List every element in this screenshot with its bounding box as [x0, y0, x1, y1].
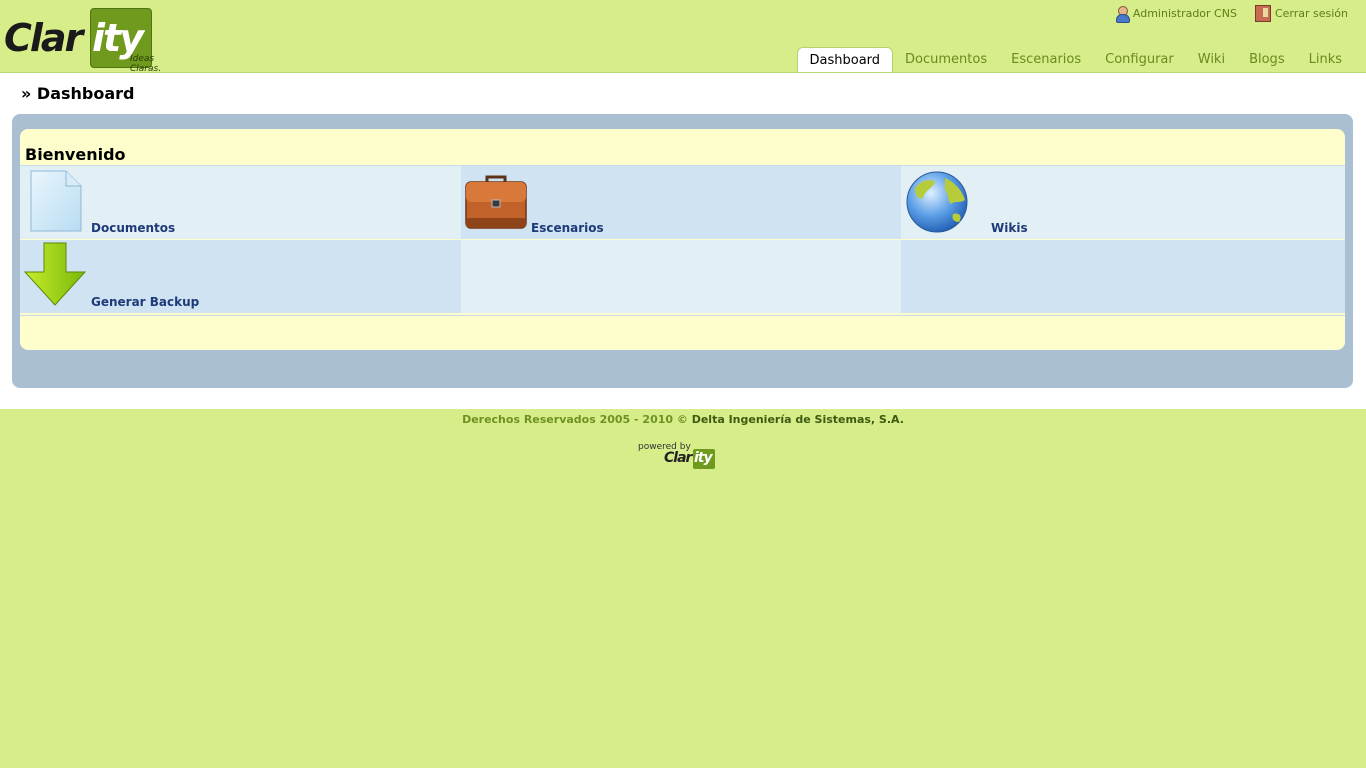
powered-logo-left: Clar — [664, 450, 692, 466]
logo-tagline: Ideas Claras. — [130, 54, 162, 74]
copyright-notice: Derechos Reservados 2005 - 2010 © Delta … — [0, 413, 1366, 426]
tab-links[interactable]: Links — [1297, 47, 1354, 72]
header: Clar ity Ideas Claras. Administrador CNS… — [0, 0, 1366, 74]
shortcut-escenarios[interactable]: Escenarios — [461, 166, 901, 239]
shortcut-wikis-label: Wikis — [991, 221, 1028, 235]
tab-escenarios[interactable]: Escenarios — [999, 47, 1093, 72]
company-name: Delta Ingeniería de Sistemas, S.A. — [691, 413, 904, 426]
user-bar: Administrador CNS Cerrar sesión — [1115, 5, 1348, 23]
shortcut-wikis[interactable]: Wikis — [901, 166, 1345, 239]
user-name: Administrador CNS — [1132, 7, 1237, 20]
dashboard-frame: Bienvenido Documentos Escenarios Wikis G… — [12, 114, 1353, 388]
user-profile-link[interactable]: Administrador CNS — [1115, 5, 1237, 23]
empty-cell — [901, 240, 1345, 313]
copyright-text: Derechos Reservados 2005 - 2010 © — [462, 413, 692, 426]
empty-cell — [461, 240, 901, 313]
user-icon — [1115, 5, 1130, 23]
main-nav-tabs: Dashboard Documentos Escenarios Configur… — [796, 47, 1355, 72]
welcome-panel: Bienvenido Documentos Escenarios Wikis G… — [20, 129, 1345, 350]
powered-logo-right: ity — [694, 450, 713, 466]
briefcase-icon — [465, 175, 527, 229]
clarity-logo[interactable]: Clar ity Ideas Claras. — [4, 6, 180, 74]
logout-door-icon — [1254, 5, 1271, 22]
shortcut-grid: Documentos Escenarios Wikis Generar Back… — [20, 165, 1345, 316]
logout-label: Cerrar sesión — [1274, 7, 1348, 20]
tab-dashboard[interactable]: Dashboard — [796, 47, 894, 72]
panel-title: Bienvenido — [25, 145, 126, 164]
shortcut-generar-backup-label: Generar Backup — [91, 295, 200, 309]
tab-configurar[interactable]: Configurar — [1093, 47, 1186, 72]
download-arrow-icon — [24, 242, 86, 306]
logo-text-left: Clar — [4, 16, 83, 60]
shortcut-documentos-label: Documentos — [91, 221, 176, 235]
main-content: » Dashboard Bienvenido Documentos Escena… — [0, 72, 1366, 409]
tab-wiki[interactable]: Wiki — [1186, 47, 1237, 72]
shortcut-generar-backup[interactable]: Generar Backup — [20, 240, 461, 313]
footer: Derechos Reservados 2005 - 2010 © Delta … — [0, 409, 1366, 768]
tab-blogs[interactable]: Blogs — [1237, 47, 1297, 72]
shortcut-escenarios-label: Escenarios — [531, 221, 604, 235]
tab-documentos[interactable]: Documentos — [893, 47, 999, 72]
logout-link[interactable]: Cerrar sesión — [1254, 5, 1348, 22]
breadcrumb: » Dashboard — [21, 84, 135, 103]
shortcut-documentos[interactable]: Documentos — [20, 166, 461, 239]
globe-icon — [906, 171, 968, 233]
powered-by-clarity-logo[interactable]: powered by Clar ity — [637, 442, 729, 472]
document-icon — [30, 170, 82, 232]
